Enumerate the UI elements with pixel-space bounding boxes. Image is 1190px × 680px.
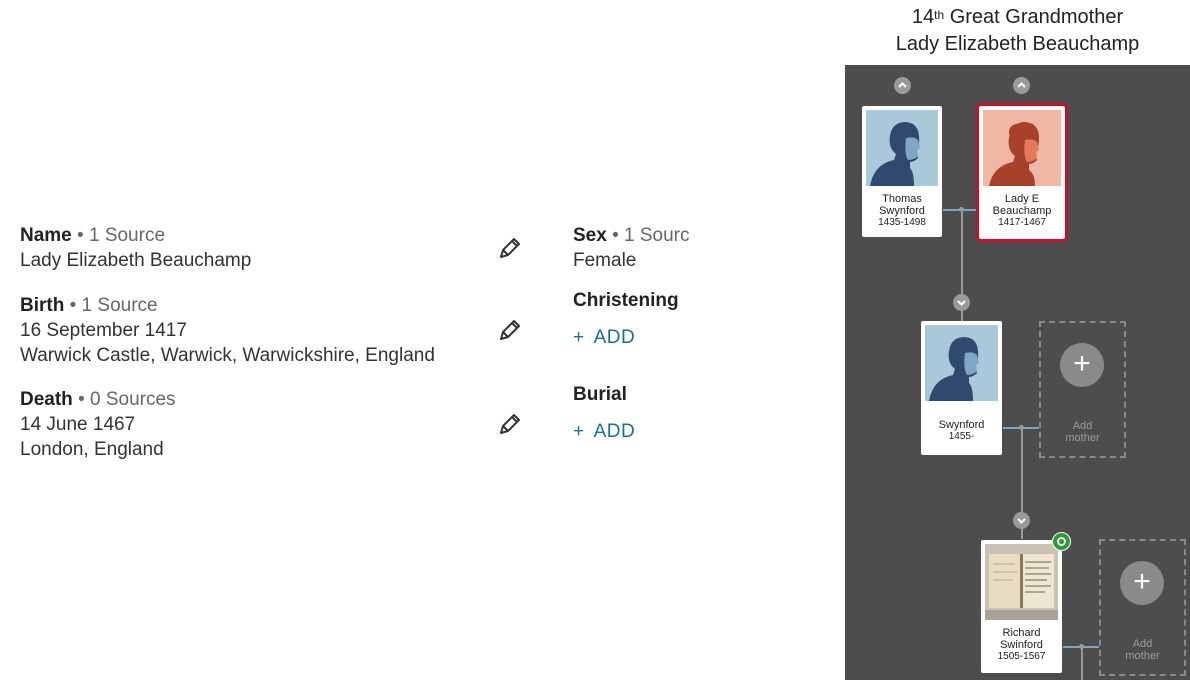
relationship-label: 14th Great Grandmother — [845, 4, 1190, 31]
person-name: Swynford — [938, 419, 985, 431]
separator: • — [69, 295, 77, 316]
edit-birth-button[interactable] — [496, 318, 522, 344]
descent-line — [1021, 529, 1023, 539]
generation-number: 14 — [911, 6, 935, 28]
person-name: Thomas — [882, 193, 922, 205]
person-dates: 1455- — [948, 431, 975, 442]
person-card-richard-swinford[interactable]: Richard Swinford 1505-1567 — [981, 540, 1062, 673]
death-label: Death — [20, 389, 73, 410]
descent-line — [1021, 429, 1023, 513]
add-burial-link[interactable]: + ADD — [573, 421, 635, 443]
add-mother-label: Add — [1132, 638, 1153, 650]
add-mother-button[interactable]: + Add mother — [1039, 321, 1126, 458]
collapse-children-button[interactable] — [1013, 512, 1030, 529]
sex-label: Sex — [573, 225, 607, 246]
christening-label-text: Christening — [573, 290, 679, 311]
person-card-thomas-swynford[interactable]: Thomas Swynford 1435-1498 — [862, 106, 942, 237]
descent-line — [961, 311, 963, 321]
add-mother-label: mother — [1125, 650, 1160, 662]
name-value: Lady Elizabeth Beauchamp — [20, 250, 252, 271]
descent-line — [1081, 648, 1083, 680]
add-mother-label: Add — [1072, 420, 1093, 432]
record-image — [985, 544, 1058, 620]
male-silhouette-icon — [925, 325, 998, 401]
add-icon: + — [1060, 343, 1104, 387]
plus-icon: + — [573, 327, 585, 348]
person-name: Swinford — [1000, 639, 1043, 651]
add-mother-button[interactable]: + Add mother — [1099, 539, 1186, 676]
burial-label-text: Burial — [573, 384, 627, 405]
death-place: London, England — [20, 439, 164, 460]
person-name: Lady E — [1004, 193, 1040, 205]
christening-label: Christening — [573, 288, 689, 313]
birth-date: 16 September 1417 — [20, 320, 187, 341]
generation-suffix: th — [934, 8, 945, 22]
pencil-icon — [500, 414, 520, 434]
record-hint-icon[interactable] — [1052, 532, 1071, 551]
burial-label: Burial — [573, 382, 689, 407]
name-fact: Name • 1 Source Lady Elizabeth Beauchamp — [20, 223, 251, 273]
add-christening-link[interactable]: + ADD — [573, 327, 635, 349]
add-burial-label: ADD — [593, 421, 636, 442]
sex-fact: Sex • 1 Source Female — [573, 223, 689, 273]
pencil-icon — [500, 238, 520, 258]
death-date: 14 June 1467 — [20, 414, 136, 435]
chevron-up-icon — [1017, 82, 1026, 88]
birth-sources[interactable]: 1 Source — [82, 295, 158, 316]
death-fact: Death • 0 Sources 14 June 1467 London, E… — [20, 387, 176, 462]
expand-parents-lady-e-button[interactable] — [1013, 77, 1030, 94]
sex-value: Female — [573, 250, 637, 271]
person-card-swynford[interactable]: Swynford 1455- — [921, 321, 1002, 455]
name-label: Name — [20, 225, 72, 246]
expand-parents-thomas-button[interactable] — [894, 77, 911, 94]
plus-icon: + — [573, 421, 585, 442]
death-sources[interactable]: 0 Sources — [90, 389, 176, 410]
chevron-down-icon — [1017, 518, 1026, 524]
tree-panel[interactable]: Thomas Swynford 1435-1498 Lady E Beaucha… — [845, 65, 1190, 680]
sex-sources[interactable]: 1 Source — [624, 225, 689, 246]
generation-title: 14th Great Grandmother Lady Elizabeth Be… — [845, 4, 1190, 58]
person-dates: 1505-1567 — [997, 651, 1046, 662]
female-silhouette-icon — [983, 110, 1061, 186]
person-name: Richard — [1002, 627, 1041, 639]
birth-fact: Birth • 1 Source 16 September 1417 Warwi… — [20, 293, 435, 368]
descent-line — [961, 211, 963, 295]
male-silhouette-icon — [866, 110, 938, 186]
edit-name-button[interactable] — [496, 236, 522, 262]
chevron-down-icon — [957, 300, 966, 306]
separator: • — [612, 225, 619, 246]
chevron-up-icon — [898, 82, 907, 88]
add-mother-label: mother — [1065, 432, 1100, 444]
pencil-icon — [500, 320, 520, 340]
person-title: Lady Elizabeth Beauchamp — [895, 33, 1140, 55]
birth-place: Warwick Castle, Warwick, Warwickshire, E… — [20, 345, 435, 366]
add-christening-label: ADD — [593, 327, 636, 348]
add-icon: + — [1120, 561, 1164, 605]
person-dates: 1417-1467 — [998, 217, 1046, 228]
separator: • — [77, 225, 84, 246]
generation-rest: Great Grandmother — [949, 6, 1124, 28]
separator: • — [78, 389, 85, 410]
name-sources[interactable]: 1 Source — [89, 225, 165, 246]
person-name: Swynford — [879, 205, 925, 217]
collapse-children-button[interactable] — [953, 294, 970, 311]
birth-label: Birth — [20, 295, 65, 316]
person-card-lady-e-beauchamp[interactable]: Lady E Beauchamp 1417-1467 — [976, 103, 1068, 242]
person-dates: 1435-1498 — [878, 217, 926, 228]
person-name: Beauchamp — [992, 205, 1052, 217]
edit-death-button[interactable] — [496, 412, 522, 438]
